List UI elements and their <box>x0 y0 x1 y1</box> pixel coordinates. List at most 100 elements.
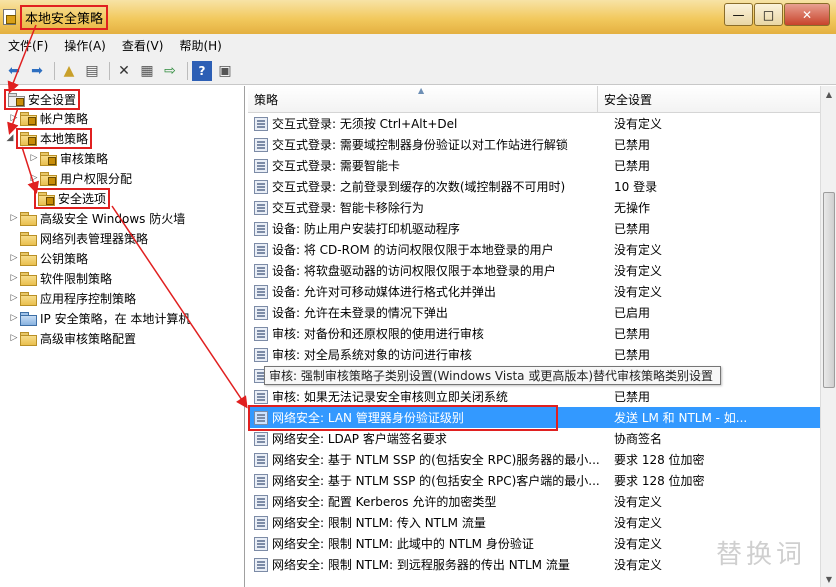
tree-item-security-options[interactable]: 安全选项 <box>34 187 111 209</box>
table-row[interactable]: 设备: 防止用户安装打印机驱动程序 已禁用 <box>248 218 820 239</box>
policy-name: 网络安全: LDAP 客户端签名要求 <box>272 432 447 446</box>
table-row[interactable]: 交互式登录: 无须按 Ctrl+Alt+Del 没有定义 <box>248 113 820 134</box>
table-row[interactable]: 网络安全: 基于 NTLM SSP 的(包括安全 RPC)客户端的最小... 要求… <box>248 470 820 491</box>
view-icon[interactable]: ▣ <box>215 61 235 81</box>
table-row[interactable]: 网络安全: 基于 NTLM SSP 的(包括安全 RPC)服务器的最小... 要求… <box>248 449 820 470</box>
menu-help[interactable]: 帮助(H) <box>171 37 229 54</box>
folder-icon <box>20 231 37 246</box>
tree-item-label: 高级审核策略配置 <box>40 331 137 346</box>
table-row[interactable]: 交互式登录: 需要智能卡 已禁用 <box>248 155 820 176</box>
policy-icon <box>254 116 268 131</box>
maximize-button[interactable]: □ <box>754 3 783 26</box>
expand-arrow-icon[interactable]: ▷ <box>8 313 20 323</box>
expand-arrow-icon[interactable]: ▷ <box>28 153 40 163</box>
tree-item-local-policy[interactable]: ◢ 本地策略 <box>4 127 93 149</box>
back-icon[interactable]: ⬅ <box>4 61 24 81</box>
folder-icon <box>20 251 37 266</box>
list-header: 策略 ▲ 安全设置 <box>248 86 820 113</box>
vertical-scrollbar[interactable]: ▲ ▼ <box>820 86 836 587</box>
table-row[interactable]: 审核: 对全局系统对象的访问进行审核 已禁用 <box>248 344 820 365</box>
minimize-button[interactable]: — <box>724 3 753 26</box>
policy-icon <box>254 242 268 257</box>
policy-name: 交互式登录: 智能卡移除行为 <box>272 201 424 215</box>
policy-setting: 已禁用 <box>614 222 651 236</box>
forward-icon[interactable]: ➡ <box>27 61 47 81</box>
policy-name: 审核: 如果无法记录安全审核则立即关闭系统 <box>272 390 508 404</box>
table-row[interactable]: 设备: 允许对可移动媒体进行格式化并弹出 没有定义 <box>248 281 820 302</box>
expand-arrow-icon[interactable]: ▷ <box>8 273 20 283</box>
sort-ascending-icon: ▲ <box>418 86 425 95</box>
table-row[interactable]: 交互式登录: 之前登录到缓存的次数(域控制器不可用时) 10 登录 <box>248 176 820 197</box>
locked-folder-icon <box>40 151 57 166</box>
tree-item-firewall[interactable]: ▷ 高级安全 Windows 防火墙 <box>8 208 185 228</box>
table-row[interactable]: 审核: 对备份和还原权限的使用进行审核 已禁用 <box>248 323 820 344</box>
tree-item-ip-security[interactable]: ▷ IP 安全策略，在 本地计算机 <box>8 308 190 328</box>
policy-icon <box>254 137 268 152</box>
column-header-policy[interactable]: 策略 ▲ <box>248 86 598 112</box>
window-title: 本地安全策略 <box>20 4 109 30</box>
close-button[interactable]: ✕ <box>784 3 830 26</box>
menu-action[interactable]: 操作(A) <box>56 37 114 54</box>
tree-item-label: 公钥策略 <box>40 251 89 266</box>
policy-setting: 没有定义 <box>614 285 663 299</box>
policy-setting: 要求 128 位加密 <box>614 453 705 467</box>
delete-icon[interactable]: ✕ <box>114 61 134 81</box>
policy-icon <box>254 389 268 404</box>
policy-name: 网络安全: 限制 NTLM: 到远程服务器的传出 NTLM 流量 <box>272 558 570 572</box>
menu-file[interactable]: 文件(F) <box>0 37 56 54</box>
title-bar: 本地安全策略 — □ ✕ <box>0 0 836 34</box>
tree-item-network-list[interactable]: 网络列表管理器策略 <box>20 228 148 248</box>
policy-setting: 要求 128 位加密 <box>614 474 705 488</box>
expand-arrow-icon[interactable]: ▷ <box>8 333 20 343</box>
tree-item-advanced-audit[interactable]: ▷ 高级审核策略配置 <box>8 328 136 348</box>
security-policy-icon <box>2 9 16 25</box>
scroll-down-icon[interactable]: ▼ <box>821 571 836 587</box>
expand-arrow-icon[interactable]: ▷ <box>8 213 20 223</box>
table-row[interactable]: 交互式登录: 智能卡移除行为 无操作 <box>248 197 820 218</box>
tree-item-account-policy[interactable]: ▷ 帐户策略 <box>8 108 88 128</box>
table-row[interactable]: 设备: 允许在未登录的情况下弹出 已启用 <box>248 302 820 323</box>
column-header-setting[interactable]: 安全设置 <box>598 86 820 112</box>
collapse-arrow-icon[interactable]: ◢ <box>4 133 16 143</box>
tree-item-label: 帐户策略 <box>40 111 89 126</box>
expand-arrow-icon[interactable]: ▷ <box>28 173 40 183</box>
tree-item-app-control[interactable]: ▷ 应用程序控制策略 <box>8 288 136 308</box>
table-row[interactable]: 审核: 如果无法记录安全审核则立即关闭系统 已禁用 <box>248 386 820 407</box>
tree-item-software-restriction[interactable]: ▷ 软件限制策略 <box>8 268 112 288</box>
export-icon[interactable]: ⇨ <box>160 61 180 81</box>
policy-setting: 已禁用 <box>614 390 651 404</box>
expand-arrow-icon[interactable]: ▷ <box>8 113 20 123</box>
table-row[interactable]: 网络安全: 配置 Kerberos 允许的加密类型 没有定义 <box>248 491 820 512</box>
menu-view[interactable]: 查看(V) <box>114 37 172 54</box>
tree-item-public-key[interactable]: ▷ 公钥策略 <box>8 248 88 268</box>
policy-name: 设备: 防止用户安装打印机驱动程序 <box>272 222 460 236</box>
folder-icon <box>20 331 37 346</box>
properties-icon[interactable]: ▦ <box>137 61 157 81</box>
policy-name: 网络安全: 基于 NTLM SSP 的(包括安全 RPC)客户端的最小... <box>272 474 600 488</box>
policy-setting: 已启用 <box>614 306 651 320</box>
table-row[interactable]: 网络安全: 限制 NTLM: 传入 NTLM 流量 没有定义 <box>248 512 820 533</box>
tree-item-security-settings[interactable]: 安全设置 <box>4 88 81 110</box>
tree-item-label: IP 安全策略，在 本地计算机 <box>40 311 191 326</box>
policy-setting: 没有定义 <box>614 117 663 131</box>
scrollbar-thumb[interactable] <box>823 192 835 388</box>
table-row-selected[interactable]: 网络安全: LAN 管理器身份验证级别 发送 LM 和 NTLM - 如... <box>248 407 820 428</box>
policy-icon <box>254 431 268 446</box>
table-row[interactable]: 设备: 将软盘驱动器的访问权限仅限于本地登录的用户 没有定义 <box>248 260 820 281</box>
tree-item-audit-policy[interactable]: ▷ 审核策略 <box>28 148 108 168</box>
table-row[interactable]: 交互式登录: 需要域控制器身份验证以对工作站进行解锁 已禁用 <box>248 134 820 155</box>
tree-item-user-rights[interactable]: ▷ 用户权限分配 <box>28 168 132 188</box>
expand-arrow-icon[interactable]: ▷ <box>8 253 20 263</box>
policy-tooltip: 审核: 强制审核策略子类别设置(Windows Vista 或更高版本)替代审核… <box>264 366 721 385</box>
scroll-up-icon[interactable]: ▲ <box>821 86 836 102</box>
help-icon[interactable]: ? <box>192 60 212 81</box>
toolbar: ⬅ ➡ ▲ ▤ ✕ ▦ ⇨ ? ▣ <box>0 57 836 85</box>
policy-icon <box>254 158 268 173</box>
expand-arrow-icon[interactable]: ▷ <box>8 293 20 303</box>
watermark: 替换词 <box>716 540 807 570</box>
up-folder-icon[interactable]: ▲ <box>59 61 79 81</box>
show-tree-icon[interactable]: ▤ <box>82 61 102 81</box>
table-row[interactable]: 网络安全: LDAP 客户端签名要求 协商签名 <box>248 428 820 449</box>
table-row[interactable]: 设备: 将 CD-ROM 的访问权限仅限于本地登录的用户 没有定义 <box>248 239 820 260</box>
locked-folder-icon <box>20 131 37 146</box>
